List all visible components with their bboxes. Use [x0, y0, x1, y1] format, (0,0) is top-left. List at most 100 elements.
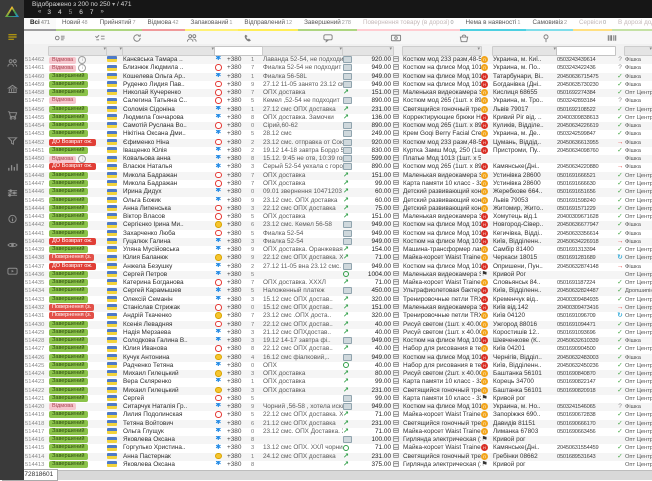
delivery-city[interactable]: Баштанка 56101 — [493, 387, 557, 395]
status-icon[interactable] — [95, 33, 106, 43]
phone-number[interactable]: +380 — [227, 147, 251, 155]
customer-name[interactable]: Канєвська Тамара .. — [123, 56, 215, 64]
product-name[interactable]: Маленькая видеокамера SQ8 *.. — [403, 172, 481, 180]
status-cell[interactable]: Завершений — [49, 329, 107, 337]
info-icon[interactable]: i — [78, 56, 86, 64]
comment[interactable]: 22.12 смс ОПХ достав.. — [263, 345, 343, 353]
tab-1[interactable]: Новий48 — [56, 18, 94, 31]
product-name[interactable]: Корректирующие брюки Hollyw.. — [403, 114, 481, 122]
delivery-city[interactable]: Хомутець від.1 — [493, 213, 557, 221]
order-row[interactable]: 514457ВідмоваСалегина Татьяна С..+3805Ке… — [24, 97, 652, 105]
delivery-city[interactable]: Чернігів, Відділ.. — [493, 354, 557, 362]
page-button[interactable]: 4 — [58, 9, 62, 16]
tracking-number[interactable] — [557, 436, 615, 444]
delivery-city[interactable]: Устинівка 28600 — [493, 172, 557, 180]
customer-name[interactable]: Власюк Наталья — [123, 163, 215, 171]
delivery-city[interactable]: Жеребкове 664.. — [493, 188, 557, 196]
customer-name[interactable]: Солодкова Галина В.. — [123, 337, 215, 345]
product-name[interactable]: Рисуй светом (1шт. х 40.00 = 40.. — [403, 329, 481, 337]
comment[interactable]: 28.12 смс — [263, 130, 343, 138]
tracking-number[interactable]: 0501691096709 — [557, 312, 615, 320]
filter-price-select[interactable] — [342, 46, 394, 56]
tracking-number[interactable]: 20400309484935 — [557, 296, 615, 304]
customer-name[interactable]: Надія Мерзаева — [123, 329, 215, 337]
phone-number[interactable]: +380 — [227, 246, 251, 254]
delivery-city[interactable]: Кривой Рог — [493, 271, 557, 279]
order-row[interactable]: 514432Повернення (з.Станіслав Стрижак+38… — [24, 304, 652, 312]
status-cell[interactable]: Відмова — [49, 97, 107, 105]
page-button[interactable]: 6 — [79, 9, 83, 16]
comment[interactable]: 19.12 14-18 завтра Бордо 56-58 — [263, 147, 343, 155]
product-name[interactable]: Костюм на флисе Мод 1014 (1ш.. — [403, 403, 481, 411]
product-name[interactable]: Маленькая видеокамера SQ8 *.. — [403, 304, 481, 312]
phone-number[interactable]: +380 — [227, 370, 251, 378]
phone-number[interactable]: +380 — [227, 304, 251, 312]
comment[interactable]: ОПХ доставка — [263, 213, 343, 221]
product-name[interactable]: Набор для рисования в темнот.. — [403, 345, 481, 353]
tracking-number[interactable]: 0501690840870 — [557, 370, 615, 378]
phone-number[interactable]: +380 — [227, 205, 251, 213]
product-name[interactable]: Детский развивающий констру.. — [403, 188, 481, 196]
product-name[interactable]: Светящийся гоночный трек Ма.. — [403, 420, 481, 428]
comment[interactable]: 23.12 смс. отправка от Сокол.. — [263, 139, 343, 147]
payment-icon[interactable] — [391, 33, 402, 43]
phone-number[interactable]: +380 — [227, 461, 251, 469]
status-cell[interactable]: Завершений — [49, 246, 107, 254]
customer-name[interactable]: Гуцалюк Галина — [123, 238, 215, 246]
order-row[interactable]: 514456ЗавершенийСоломія Сідоніна✱+380127… — [24, 106, 652, 114]
order-row[interactable]: 514461ВідмоваiБлизнюк Людмила ..+3807Фиа… — [24, 64, 652, 72]
order-row[interactable]: 514441ЗавершенийЗахарченко Люба+3805Фиал… — [24, 230, 652, 238]
status-cell[interactable]: Завершений — [49, 362, 107, 370]
product-name[interactable]: Костюм мод 233 разм,48-58 (1.. — [403, 56, 481, 64]
product-name[interactable]: Костюм мод 265 (1шт. х 890.00 .. — [403, 163, 481, 171]
comment[interactable] — [263, 436, 343, 444]
product-name[interactable]: Рисуй светом (1шт. х 40.00 = 40.. — [403, 321, 481, 329]
customer-name[interactable]: Андрій Ткаченко — [123, 312, 215, 320]
comment[interactable]: 13.12 смс ОПХ. ХХЛ чорний — [263, 444, 343, 452]
phone-number[interactable]: +380 — [227, 444, 251, 452]
product-name[interactable]: Костюм на флисе Мод 1014 (1ш.. — [403, 354, 481, 362]
customer-name[interactable]: Сергієнко Ірина Ми.. — [123, 221, 215, 229]
info-icon[interactable]: i — [78, 155, 86, 163]
customer-name[interactable]: Соломія Сідоніна — [123, 106, 215, 114]
tab-all[interactable]: Всі471 — [24, 18, 56, 31]
phone-number[interactable]: +380 — [227, 56, 251, 64]
order-row[interactable]: 514428ЗавершенийСолодкова Галина В..✱+38… — [24, 337, 652, 345]
tracking-number[interactable]: 0501692274384 — [557, 89, 615, 97]
status-cell[interactable]: Завершений — [49, 213, 107, 221]
order-row[interactable]: 514453ЗавершенийНікітіна Оксана Дми..✱+3… — [24, 130, 652, 138]
product-name[interactable]: Майка-корсет Waist Trainer *142.. — [403, 254, 481, 262]
phone-number[interactable]: +380 — [227, 73, 251, 81]
order-row[interactable]: 514435ЗавершенийКатерина Богданова+3807О… — [24, 279, 652, 287]
product-name[interactable]: Карта памяти 10 класс - 32Гб *1.. — [403, 395, 481, 403]
tab-6[interactable]: Завершений278 — [298, 18, 357, 31]
product-name[interactable]: Детский развивающий констру.. — [403, 197, 481, 205]
product-name[interactable]: Костюм мод 265 (1шт. х 890.00 .. — [403, 122, 481, 130]
comment[interactable]: Сірий,60-62 — [263, 122, 343, 130]
phone-number[interactable]: +380 — [227, 279, 251, 287]
product-name[interactable]: Куртка Замш Мод, 250 (1шт. х 8.. — [403, 147, 481, 155]
product-name[interactable]: Костюм на флисе Мод 1014 (1ш.. — [403, 230, 481, 238]
tracking-number[interactable]: 20450635730230 — [557, 81, 615, 89]
order-row[interactable]: 514459ЗавершенийРуденко Лидия Пав..+3809… — [24, 81, 652, 89]
order-row[interactable]: 514424ЗавершенийМихаил Гилецький+3803ОПХ… — [24, 370, 652, 378]
delivery-city[interactable]: Львів 79053 — [493, 197, 557, 205]
tab-9[interactable]: Самовивіз2 — [526, 18, 573, 31]
delivery-city[interactable]: Кривой рог — [493, 395, 557, 403]
customer-name[interactable]: Самотій Руслана Во.. — [123, 122, 215, 130]
customer-name[interactable]: Юлия Иванова — [123, 345, 215, 353]
order-row[interactable]: 514451ЗавершенийІващенко Юлія✱+380219.12… — [24, 147, 652, 155]
status-cell[interactable]: Відмоваi — [49, 155, 107, 163]
phone-number[interactable]: +380 — [227, 89, 251, 97]
phone-number[interactable]: +380 — [227, 163, 251, 171]
delivery-city[interactable]: Богданівка (Дні.. — [493, 81, 557, 89]
filter-ttn-input[interactable] — [556, 46, 616, 56]
customer-name[interactable]: Віктор Власов — [123, 213, 215, 221]
customer-name[interactable]: Михаил Гилецький — [123, 387, 215, 395]
tracking-number[interactable]: 0501690663456 — [557, 428, 615, 436]
filter-status-select[interactable] — [48, 46, 108, 56]
comment[interactable]: 21.12 смс ОПХ доставка — [263, 420, 343, 428]
status-cell[interactable]: Завершений — [49, 205, 107, 213]
delivery-city[interactable]: Украина, м. Но.. — [493, 403, 557, 411]
tracking-number[interactable]: 0503243422436 — [557, 64, 615, 72]
